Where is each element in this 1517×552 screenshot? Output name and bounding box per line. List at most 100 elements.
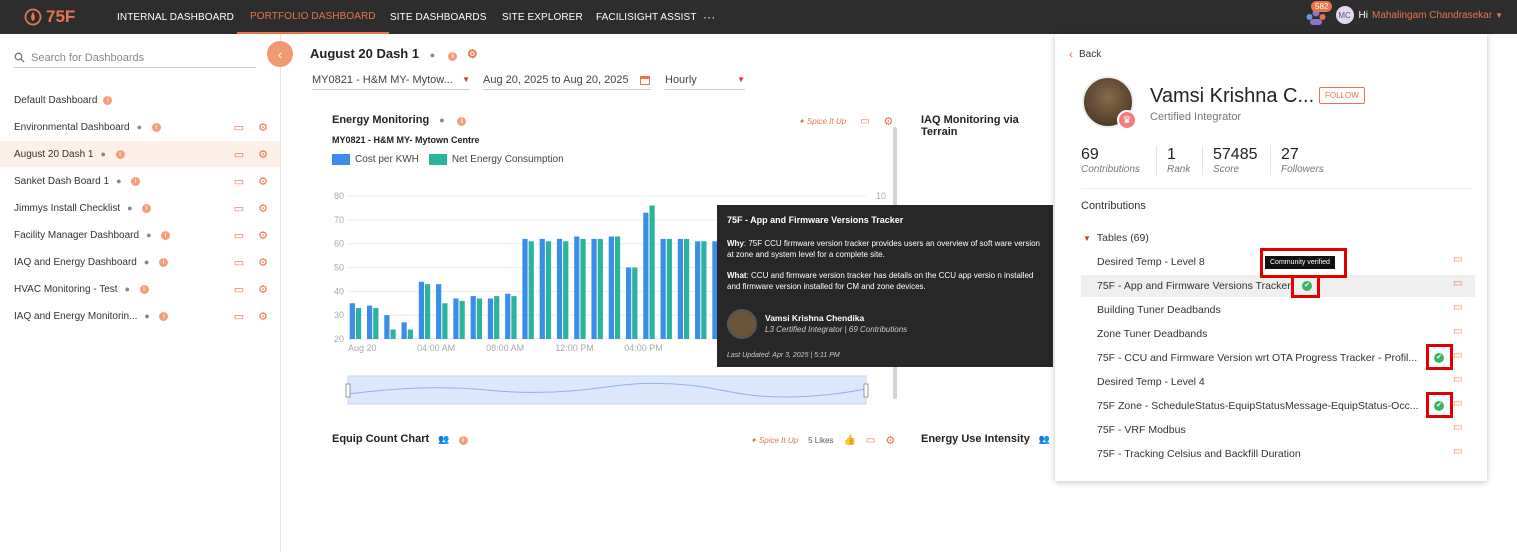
contribution-item[interactable]: 75F - Tracking Celsius and Backfill Dura… [1097,443,1477,465]
bar-energy[interactable] [580,238,586,339]
sidebar-item[interactable]: Environmental Dashboard ● i ▭ ⚙ [0,114,280,140]
nav-site-explorer[interactable]: SITE EXPLORER [502,0,583,34]
bar-energy[interactable] [632,267,638,340]
nav-facilisight-assist[interactable]: FACILISIGHT ASSIST [596,0,697,34]
info-icon[interactable]: i [142,203,152,213]
settings-gear-icon[interactable]: ⚙ [258,121,268,134]
tables-group-toggle[interactable]: ▼ Tables (69) [1083,232,1149,244]
bar-cost[interactable] [436,284,442,339]
comment-icon[interactable]: ▭ [234,310,244,323]
comment-icon[interactable]: ▭ [1453,398,1462,409]
navigator-handle-right[interactable] [863,383,869,398]
sidebar-item[interactable]: IAQ and Energy Dashboard ● i ▭ ⚙ [0,249,280,275]
info-icon[interactable]: i [115,149,125,159]
comment-icon[interactable]: ▭ [234,229,244,242]
comment-icon[interactable]: ▭ [860,116,869,127]
bar-energy[interactable] [390,329,396,339]
bar-energy[interactable] [459,300,465,339]
bar-cost[interactable] [418,281,425,339]
info-icon[interactable]: i [448,52,458,61]
like-thumb-icon[interactable]: 👍 [843,435,855,446]
bar-energy[interactable] [442,303,448,339]
bar-cost[interactable] [505,293,511,339]
info-icon[interactable]: i [131,176,141,186]
search-input[interactable]: Search for Dashboards [14,48,256,68]
bar-energy[interactable] [649,205,655,339]
settings-gear-icon[interactable]: ⚙ [258,283,268,296]
sidebar-item[interactable]: HVAC Monitoring - Test ● i ▭ ⚙ [0,276,280,302]
bar-energy[interactable] [528,241,534,339]
brand-logo[interactable]: 75F [24,7,75,27]
info-icon[interactable]: i [139,284,149,294]
comment-icon[interactable]: ▭ [1453,422,1462,433]
bar-cost[interactable] [470,296,476,339]
bar-energy[interactable] [373,308,379,339]
comment-icon[interactable]: ▭ [234,202,244,215]
settings-gear-icon[interactable]: ⚙ [885,434,895,447]
bar-cost[interactable] [487,298,494,339]
bar-energy[interactable] [684,238,690,339]
info-icon[interactable]: i [103,95,113,105]
settings-gear-icon[interactable]: ⚙ [258,202,268,215]
comment-icon[interactable]: ▭ [1453,374,1462,385]
bar-energy[interactable] [476,298,483,339]
bar-cost[interactable] [608,236,614,339]
bar-cost[interactable] [591,238,597,339]
user-menu[interactable]: MC Hi Mahalingam Chandrasekar ▼ [1335,6,1503,24]
bar-energy[interactable] [666,238,672,339]
contribution-item[interactable]: Building Tuner Deadbands [1097,299,1477,321]
contribution-item[interactable]: 75F - VRF Modbus [1097,419,1477,441]
sidebar-item[interactable]: IAQ and Energy Monitorin... ● i ▭ ⚙ [0,303,280,329]
bar-energy[interactable] [494,296,500,339]
bar-cost[interactable] [349,303,355,339]
comment-icon[interactable]: ▭ [866,435,875,446]
navigator-handle-left[interactable] [345,383,351,398]
bar-cost[interactable] [539,238,545,339]
back-button[interactable]: ‹ Back [1069,47,1101,61]
bar-cost[interactable] [677,238,684,339]
bar-cost[interactable] [660,238,666,339]
interval-select[interactable]: Hourly ▼ [665,70,745,90]
settings-gear-icon[interactable]: ⚙ [258,229,268,242]
collapse-sidebar-button[interactable]: ‹ [267,41,293,67]
comment-icon[interactable]: ▭ [234,121,244,134]
bar-cost[interactable] [453,298,459,339]
bar-cost[interactable] [574,236,580,339]
contribution-item[interactable]: Desired Temp - Level 4 [1097,371,1477,393]
bar-cost[interactable] [384,315,390,339]
info-icon[interactable]: i [158,257,168,267]
info-icon[interactable]: i [161,230,171,240]
follow-button[interactable]: FOLLOW [1319,87,1365,104]
contribution-item[interactable]: 75F Zone - ScheduleStatus-EquipStatusMes… [1097,395,1477,417]
info-icon[interactable]: i [457,117,467,126]
spice-it-up-button[interactable]: ✦ Spice It Up [798,117,846,126]
nav-portfolio-dashboard[interactable]: PORTFOLIO DASHBOARD [237,0,389,34]
settings-gear-icon[interactable]: ⚙ [258,256,268,269]
comment-icon[interactable]: ▭ [234,175,244,188]
bar-cost[interactable] [401,322,407,339]
info-icon[interactable]: i [458,436,468,445]
comment-icon[interactable]: ▭ [1453,326,1462,337]
date-range-picker[interactable]: Aug 20, 2025 to Aug 20, 2025 [483,70,651,90]
comment-icon[interactable]: ▭ [234,148,244,161]
sidebar-item[interactable]: Facility Manager Dashboard ● i ▭ ⚙ [0,222,280,248]
bar-cost[interactable] [625,267,632,340]
contribution-item[interactable]: 75F - CCU and Firmware Version wrt OTA P… [1097,347,1477,369]
nav-site-dashboards[interactable]: SITE DASHBOARDS [390,0,487,34]
bar-cost[interactable] [366,305,373,339]
comment-icon[interactable]: ▭ [1453,254,1462,265]
range-navigator[interactable] [347,375,867,405]
nav-more-icon[interactable]: ··· [703,0,715,34]
bar-cost[interactable] [556,238,563,339]
comment-icon[interactable]: ▭ [1453,278,1462,289]
bar-energy[interactable] [614,236,621,339]
contribution-item[interactable]: Zone Tuner Deadbands [1097,323,1477,345]
settings-gear-icon[interactable]: ⚙ [467,47,478,61]
comment-icon[interactable]: ▭ [1453,350,1462,361]
comment-icon[interactable]: ▭ [234,283,244,296]
settings-gear-icon[interactable]: ⚙ [258,175,268,188]
bar-energy[interactable] [425,284,431,339]
sidebar-item[interactable]: Default Dashboard i [0,87,280,113]
sidebar-item[interactable]: August 20 Dash 1 ● i ▭ ⚙ [0,141,280,167]
comment-icon[interactable]: ▭ [234,256,244,269]
